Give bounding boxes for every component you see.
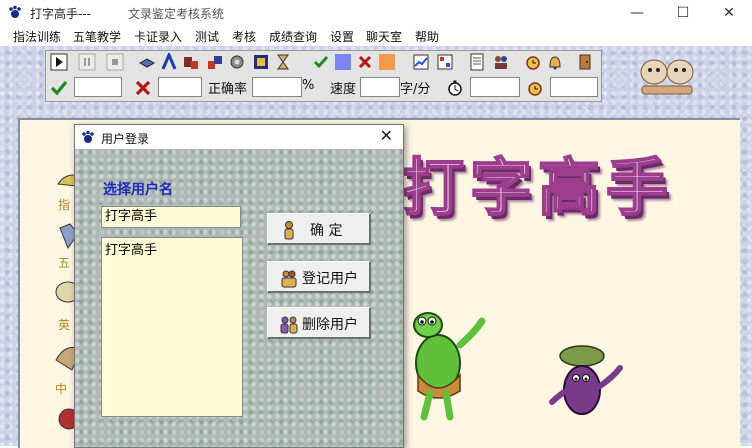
ok-label: 确 定 xyxy=(310,223,343,239)
add-user-icon xyxy=(281,270,297,288)
accuracy-field xyxy=(252,77,302,97)
speed-field xyxy=(360,77,400,97)
user-list[interactable]: 打字高手 xyxy=(101,237,243,417)
menu-score-query[interactable]: 成绩查询 xyxy=(269,28,317,45)
error-count-icon xyxy=(135,80,151,96)
toolbar: 正确率 % 速度 字/分 xyxy=(45,50,602,102)
hourglass-icon[interactable] xyxy=(274,53,292,71)
maximize-button[interactable]: ☐ xyxy=(660,0,706,26)
dialog-close-button[interactable]: ✕ xyxy=(380,126,393,145)
alarm-clock-icon[interactable] xyxy=(524,53,542,71)
side-label-wubi: 五 xyxy=(58,256,71,270)
clock-field xyxy=(550,77,598,97)
orange-color-swatch-icon[interactable] xyxy=(378,53,396,71)
app-title: 打字高手--- xyxy=(30,7,91,21)
menu-bar: 指法训练 五笔教学 卡证录入 测试 考核 成绩查询 设置 聊天室 帮助 xyxy=(0,26,752,46)
book-icon[interactable] xyxy=(138,53,156,71)
chart-icon[interactable] xyxy=(412,53,430,71)
keyboard-icon[interactable] xyxy=(182,53,200,71)
menu-settings[interactable]: 设置 xyxy=(330,28,354,45)
correct-count-icon xyxy=(50,80,68,96)
ok-button[interactable]: 确 定 xyxy=(267,213,371,245)
alarm-clock-icon xyxy=(528,82,542,96)
app-subtitle: 文录鉴定考核系统 xyxy=(128,7,225,21)
accuracy-label: 正确率 xyxy=(208,82,248,97)
person-icon xyxy=(284,221,294,240)
register-user-label: 登记用户 xyxy=(302,271,358,287)
user-list-item[interactable]: 打字高手 xyxy=(105,239,157,258)
menu-test[interactable]: 测试 xyxy=(195,28,219,45)
login-dialog: 用户登录 ✕ 选择用户名 打字高手 打字高手 确 定 登记用户 删除用户 xyxy=(74,124,404,448)
stop-icon[interactable] xyxy=(106,53,124,71)
mushroom-character-image xyxy=(549,345,623,415)
film-icon[interactable] xyxy=(252,53,270,71)
minimize-button[interactable]: — xyxy=(614,0,660,26)
register-user-button[interactable]: 登记用户 xyxy=(267,261,371,293)
stopwatch-icon xyxy=(448,80,462,96)
paw-icon xyxy=(9,5,21,18)
blue-color-swatch-icon[interactable] xyxy=(334,53,352,71)
timer-field xyxy=(470,77,520,97)
delete-user-label: 删除用户 xyxy=(302,317,358,333)
correct-count-field xyxy=(74,77,122,97)
dialog-title: 用户登录 xyxy=(101,132,150,146)
speed-unit: 字/分 xyxy=(400,82,431,97)
percent-unit: % xyxy=(302,78,315,93)
menu-fingering[interactable]: 指法训练 xyxy=(13,28,61,45)
delete-user-icon xyxy=(280,316,298,334)
speed-label: 速度 xyxy=(330,82,357,97)
menu-help[interactable]: 帮助 xyxy=(415,28,439,45)
menu-chat[interactable]: 聊天室 xyxy=(366,28,402,45)
people-icon[interactable] xyxy=(492,53,510,71)
menu-exam[interactable]: 考核 xyxy=(232,28,256,45)
grid-icon[interactable] xyxy=(436,53,454,71)
play-icon[interactable] xyxy=(50,53,68,71)
error-count-field xyxy=(158,77,202,97)
paw-icon xyxy=(82,130,94,143)
pause-icon[interactable] xyxy=(78,53,96,71)
close-window-button[interactable]: ✕ xyxy=(706,0,752,26)
username-field[interactable]: 打字高手 xyxy=(101,206,241,228)
banner-title: 打字高手 xyxy=(401,150,675,225)
frog-character-image xyxy=(413,312,486,421)
title-bar: 打字高手--- 文录鉴定考核系统 — ☐ ✕ xyxy=(0,0,752,26)
check-icon[interactable] xyxy=(312,53,330,71)
document-icon[interactable] xyxy=(468,53,486,71)
bell-icon[interactable] xyxy=(546,53,564,71)
gear-icon[interactable] xyxy=(228,53,246,71)
side-label-english: 英 xyxy=(58,318,71,332)
door-icon[interactable] xyxy=(576,53,594,71)
mascot-image xyxy=(640,59,694,95)
side-label-fingering: 指 xyxy=(58,198,71,212)
side-label-chinese: 中 xyxy=(55,382,68,396)
menu-wubi[interactable]: 五笔教学 xyxy=(73,28,121,45)
blocks-icon[interactable] xyxy=(206,53,224,71)
letter-a-icon[interactable] xyxy=(160,53,178,71)
delete-user-button[interactable]: 删除用户 xyxy=(267,307,371,339)
select-user-label: 选择用户名 xyxy=(103,182,173,198)
dialog-title-bar[interactable]: 用户登录 ✕ xyxy=(75,125,403,149)
x-mark-icon[interactable] xyxy=(356,53,374,71)
menu-card-entry[interactable]: 卡证录入 xyxy=(134,28,182,45)
